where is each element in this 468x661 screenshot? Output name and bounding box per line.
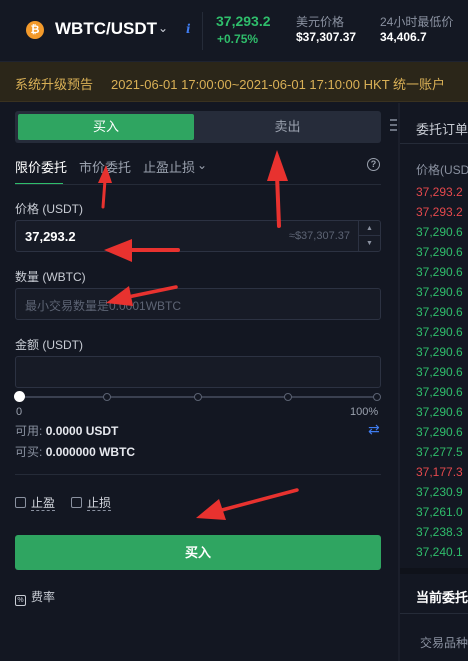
order-book-row[interactable]: 37,177.3 [416, 465, 463, 479]
announcement-banner[interactable]: 系统升级预告 2021-06-01 17:00:00~2021-06-01 17… [0, 62, 468, 102]
bitcoin-icon: ₿ [26, 21, 44, 39]
take-profit-label: 止盈 [31, 496, 56, 511]
total-input[interactable] [15, 356, 381, 388]
available-label: 可用: [15, 424, 43, 438]
trade-panel: 买入 卖出 限价委托 市价委托 止盈止损 ⌄ ? 价格 (USDT) 37,29… [0, 103, 398, 661]
amount-input[interactable]: 最小交易数量是0.0001WBTC [15, 288, 381, 320]
chevron-down-icon[interactable]: ⌄ [158, 21, 168, 35]
symbol-column-header: 交易品种 [420, 636, 468, 650]
slider-min-label: 0 [16, 406, 23, 418]
decrement-icon[interactable]: ▼ [359, 236, 380, 251]
info-icon[interactable]: i [186, 22, 191, 36]
total-label: 金额 (USDT) [15, 338, 83, 352]
chevron-down-icon[interactable]: ⌄ [197, 158, 207, 172]
slider-thumb[interactable] [14, 391, 25, 402]
order-book-row[interactable]: 37,277.5 [416, 445, 463, 459]
tabs-divider [15, 184, 381, 185]
fee-rate-label: 费率 [31, 590, 56, 604]
amount-placeholder: 最小交易数量是0.0001WBTC [25, 299, 182, 313]
slider-step-75[interactable] [284, 393, 292, 401]
order-book-row[interactable]: 37,290.6 [416, 285, 463, 299]
amount-label: 数量 (WBTC) [15, 270, 86, 284]
announcement-title: 系统升级预告 [15, 77, 94, 92]
order-book-row[interactable]: 37,230.9 [416, 485, 463, 499]
last-price: 37,293.2 [216, 13, 271, 29]
current-orders-divider [400, 613, 468, 614]
fee-rate-link[interactable]: % 费率 [15, 588, 55, 606]
increment-icon[interactable]: ▲ [359, 221, 380, 236]
low-24h-label: 24小时最低价 [380, 15, 454, 29]
order-book-row[interactable]: 37,290.6 [416, 345, 463, 359]
order-book-row[interactable]: 37,290.6 [416, 265, 463, 279]
panel-separator [400, 568, 468, 574]
amount-percent-slider[interactable] [14, 391, 381, 402]
max-buyable: 可买: 0.000000 WBTC [15, 443, 135, 460]
available-balance: 可用: 0.0000 USDT [15, 422, 118, 439]
tab-market-order[interactable]: 市价委托 [79, 157, 131, 176]
layout-icon[interactable] [390, 119, 397, 133]
order-book-row[interactable]: 37,293.2 [416, 205, 463, 219]
sell-tab[interactable]: 卖出 [197, 114, 378, 140]
order-book-row[interactable]: 37,290.6 [416, 245, 463, 259]
take-profit-checkbox[interactable] [15, 497, 26, 508]
order-book-row[interactable]: 37,238.3 [416, 525, 463, 539]
order-book-divider [400, 143, 468, 144]
order-book-row[interactable]: 37,290.6 [416, 225, 463, 239]
stop-loss-checkbox[interactable] [71, 497, 82, 508]
order-book-row[interactable]: 37,290.6 [416, 325, 463, 339]
price-usd-hint: ≈$37,307.37 [288, 230, 350, 242]
price-change: +0.75% [217, 32, 259, 46]
slider-step-25[interactable] [103, 393, 111, 401]
price-input[interactable]: 37,293.2 ≈$37,307.37 ▲ ▼ [15, 220, 381, 252]
stop-loss-option[interactable]: 止损 [71, 494, 112, 511]
slider-step-100[interactable] [373, 393, 381, 401]
order-book-row[interactable]: 37,290.6 [416, 365, 463, 379]
take-profit-option[interactable]: 止盈 [15, 494, 56, 511]
trading-pair-title[interactable]: WBTC/USDT [55, 19, 157, 39]
price-stepper[interactable]: ▲ ▼ [358, 221, 380, 251]
tab-stop-limit[interactable]: 止盈止损 [143, 157, 195, 176]
swap-icon[interactable]: ⇄ [368, 421, 380, 438]
usd-price-value: $37,307.37 [296, 30, 357, 44]
price-label: 价格 (USDT) [15, 202, 83, 216]
section-divider [15, 474, 381, 475]
help-icon[interactable]: ? [367, 158, 380, 171]
tab-limit-order[interactable]: 限价委托 [15, 157, 67, 176]
can-buy-value: 0.000000 WBTC [45, 445, 136, 459]
buy-sell-toggle: 买入 卖出 [15, 111, 381, 143]
available-value: 0.0000 USDT [45, 424, 119, 438]
market-header: ₿ WBTC/USDT ⌄ i 37,293.2 +0.75% 美元价格 $37… [0, 0, 468, 62]
stop-loss-label: 止损 [87, 496, 112, 511]
order-book-row[interactable]: 37,240.1 [416, 545, 463, 559]
announcement-text: 2021-06-01 17:00:00~2021-06-01 17:10:00 … [111, 77, 446, 92]
low-24h-value: 34,406.7 [380, 30, 427, 44]
order-book-price-header: 价格(USDT) [416, 163, 468, 177]
usd-price-label: 美元价格 [296, 15, 345, 29]
slider-max-label: 100% [350, 406, 379, 418]
percent-icon: % [15, 595, 26, 606]
order-book-title[interactable]: 委托订单 [416, 119, 468, 138]
price-input-value: 37,293.2 [25, 229, 76, 244]
order-book-row[interactable]: 37,290.6 [416, 425, 463, 439]
order-type-tabs: 限价委托 市价委托 止盈止损 ⌄ ? [15, 157, 381, 185]
order-book-row[interactable]: 37,290.6 [416, 305, 463, 319]
can-buy-label: 可买: [15, 445, 43, 459]
order-book-panel: 委托订单 价格(USDT) 37,293.2 37,293.2 37,290.6 37… [400, 103, 468, 661]
order-book-row[interactable]: 37,290.6 [416, 405, 463, 419]
current-orders-title[interactable]: 当前委托 [416, 587, 468, 606]
buy-tab[interactable]: 买入 [18, 114, 194, 140]
order-book-row[interactable]: 37,293.2 [416, 185, 463, 199]
order-book-row[interactable]: 37,261.0 [416, 505, 463, 519]
slider-step-50[interactable] [194, 393, 202, 401]
buy-submit-button[interactable]: 买入 [15, 535, 381, 570]
order-book-row[interactable]: 37,290.6 [416, 385, 463, 399]
header-divider [202, 12, 203, 50]
